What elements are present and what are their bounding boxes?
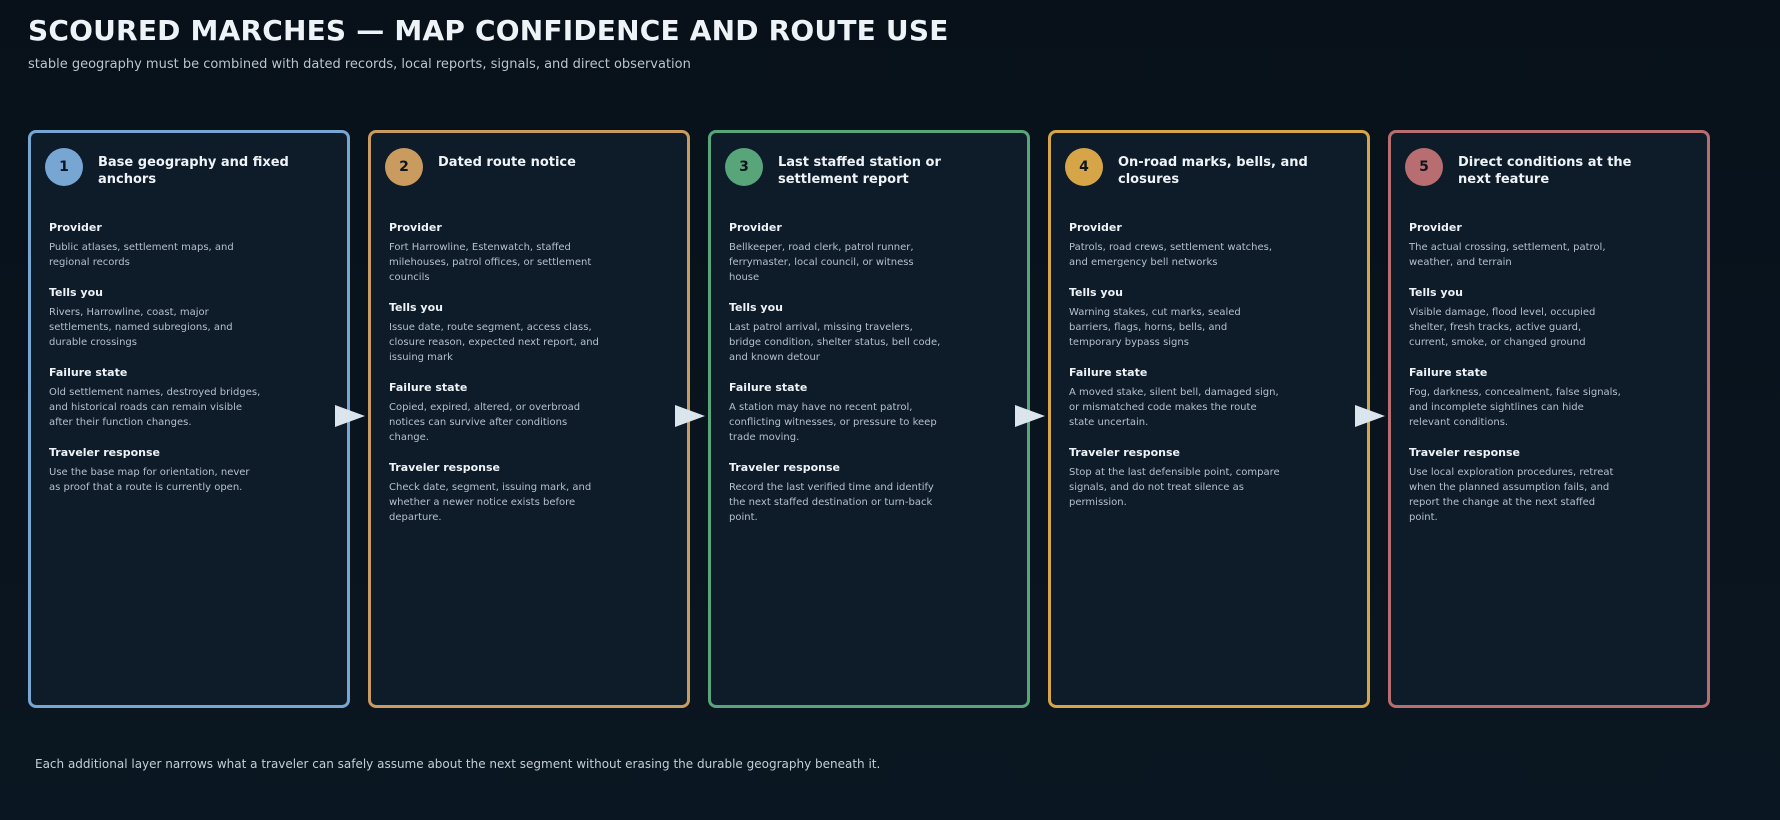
provider-label: Provider [389,221,442,234]
failure-label: Failure state [729,381,808,394]
response-label: Traveler response [729,461,840,474]
provider-text: Patrols, road crews, settlement watches,… [1069,242,1273,268]
response-text: Check date, segment, issuing mark, and w… [389,482,592,523]
page-title: SCOURED MARCHES — MAP CONFIDENCE AND ROU… [28,14,949,47]
flow-arrow-icon [1355,405,1385,427]
layer-panel-2: 2 Dated route notice Provider Fort Harrow… [368,130,690,708]
tells-label: Tells you [1409,286,1463,299]
layer-panel-4: 4 On-road marks, bells, and closures Pro… [1048,130,1370,708]
failure-label: Failure state [389,381,468,394]
response-label: Traveler response [1069,446,1180,459]
flow-arrow-icon [1015,405,1045,427]
response-text: Use local exploration procedures, retrea… [1409,467,1614,523]
response-label: Traveler response [1409,446,1520,459]
provider-label: Provider [729,221,782,234]
failure-text: Copied, expired, altered, or overbroad n… [389,402,581,443]
page-subtitle: stable geography must be combined with d… [28,57,691,72]
failure-text: Old settlement names, destroyed bridges,… [49,387,261,428]
provider-text: Public atlases, settlement maps, and reg… [49,242,234,268]
response-label: Traveler response [49,446,160,459]
panel-title: On-road marks, bells, and closures [1118,155,1308,187]
tells-label: Tells you [49,286,103,299]
failure-label: Failure state [49,366,128,379]
provider-text: Bellkeeper, road clerk, patrol runner, f… [729,242,914,283]
panel-title: Dated route notice [438,155,576,170]
tells-label: Tells you [1069,286,1123,299]
panel-title: Direct conditions at the next feature [1458,155,1632,187]
footer-note: Each additional layer narrows what a tra… [35,757,881,771]
response-text: Use the base map for orientation, never … [49,467,250,493]
provider-text: Fort Harrowline, Estenwatch, staffed mil… [389,242,592,283]
failure-label: Failure state [1409,366,1488,379]
response-label: Traveler response [389,461,500,474]
tells-text: Rivers, Harrowline, coast, major settlem… [49,307,233,348]
tells-text: Visible damage, flood level, occupied sh… [1409,307,1596,348]
step-badge: 5 [1405,148,1443,186]
provider-text: The actual crossing, settlement, patrol,… [1409,242,1606,268]
response-text: Record the last verified time and identi… [729,482,934,523]
failure-label: Failure state [1069,366,1148,379]
tells-label: Tells you [389,301,443,314]
tells-text: Issue date, route segment, access class,… [389,322,599,363]
layer-panel-1: 1 Base geography and fixed anchors Provi… [28,130,350,708]
step-badge: 2 [385,148,423,186]
step-badge: 1 [45,148,83,186]
layer-panel-5: 5 Direct conditions at the next feature … [1388,130,1710,708]
provider-label: Provider [1409,221,1462,234]
step-badge: 4 [1065,148,1103,186]
flow-arrow-icon [335,405,365,427]
tells-label: Tells you [729,301,783,314]
tells-text: Warning stakes, cut marks, sealed barrie… [1069,307,1241,348]
tells-text: Last patrol arrival, missing travelers, … [729,322,941,363]
flow-arrow-icon [675,405,705,427]
panel-title: Last staffed station or settlement repor… [778,155,941,187]
failure-text: Fog, darkness, concealment, false signal… [1409,387,1621,428]
layer-panel-3: 3 Last staffed station or settlement rep… [708,130,1030,708]
response-text: Stop at the last defensible point, compa… [1069,467,1280,508]
panel-title: Base geography and fixed anchors [98,155,289,187]
failure-text: A moved stake, silent bell, damaged sign… [1069,387,1279,428]
provider-label: Provider [1069,221,1122,234]
failure-text: A station may have no recent patrol, con… [729,402,937,443]
provider-label: Provider [49,221,102,234]
step-badge: 3 [725,148,763,186]
